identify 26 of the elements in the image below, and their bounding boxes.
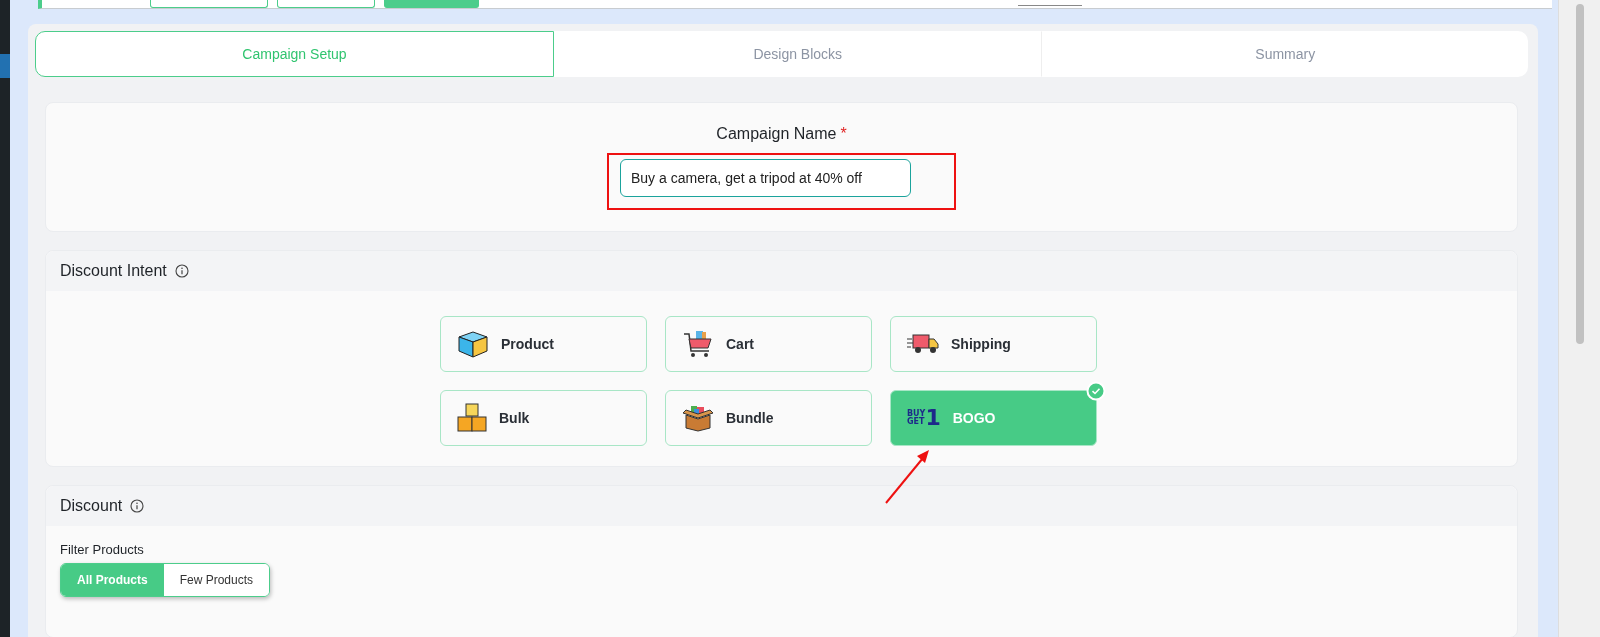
intent-option[interactable]: Bulk xyxy=(440,390,647,446)
required-mark: * xyxy=(840,125,847,143)
intent-option[interactable]: Shipping xyxy=(890,316,1097,372)
intent-option[interactable]: Product xyxy=(440,316,647,372)
scrollbar-thumb[interactable] xyxy=(1575,4,1584,344)
cart-icon xyxy=(682,329,714,359)
info-icon[interactable] xyxy=(174,264,189,278)
package-icon xyxy=(682,404,714,432)
truck-icon xyxy=(907,333,939,355)
toolbar-button[interactable] xyxy=(384,0,479,8)
filter-option[interactable]: Few Products xyxy=(163,564,270,596)
filter-label: Filter Products xyxy=(60,542,145,557)
field-label: Campaign Name xyxy=(716,125,837,143)
campaign-name-input[interactable]: Buy a camera, get a tripod at 40% off xyxy=(620,159,911,197)
intent-option[interactable]: Cart xyxy=(665,316,872,372)
info-icon[interactable] xyxy=(130,499,145,513)
intent-option[interactable]: Bundle xyxy=(665,390,872,446)
boxes-icon xyxy=(457,403,487,433)
section-title: Discount Intent xyxy=(60,262,167,280)
box-icon xyxy=(457,330,489,358)
collapse-tab[interactable] xyxy=(0,54,10,78)
toolbar-button[interactable] xyxy=(277,0,375,8)
section-title: Discount xyxy=(60,497,123,515)
check-icon xyxy=(1086,381,1106,401)
toolbar-button[interactable] xyxy=(150,0,268,8)
link-underline[interactable] xyxy=(1018,5,1082,6)
